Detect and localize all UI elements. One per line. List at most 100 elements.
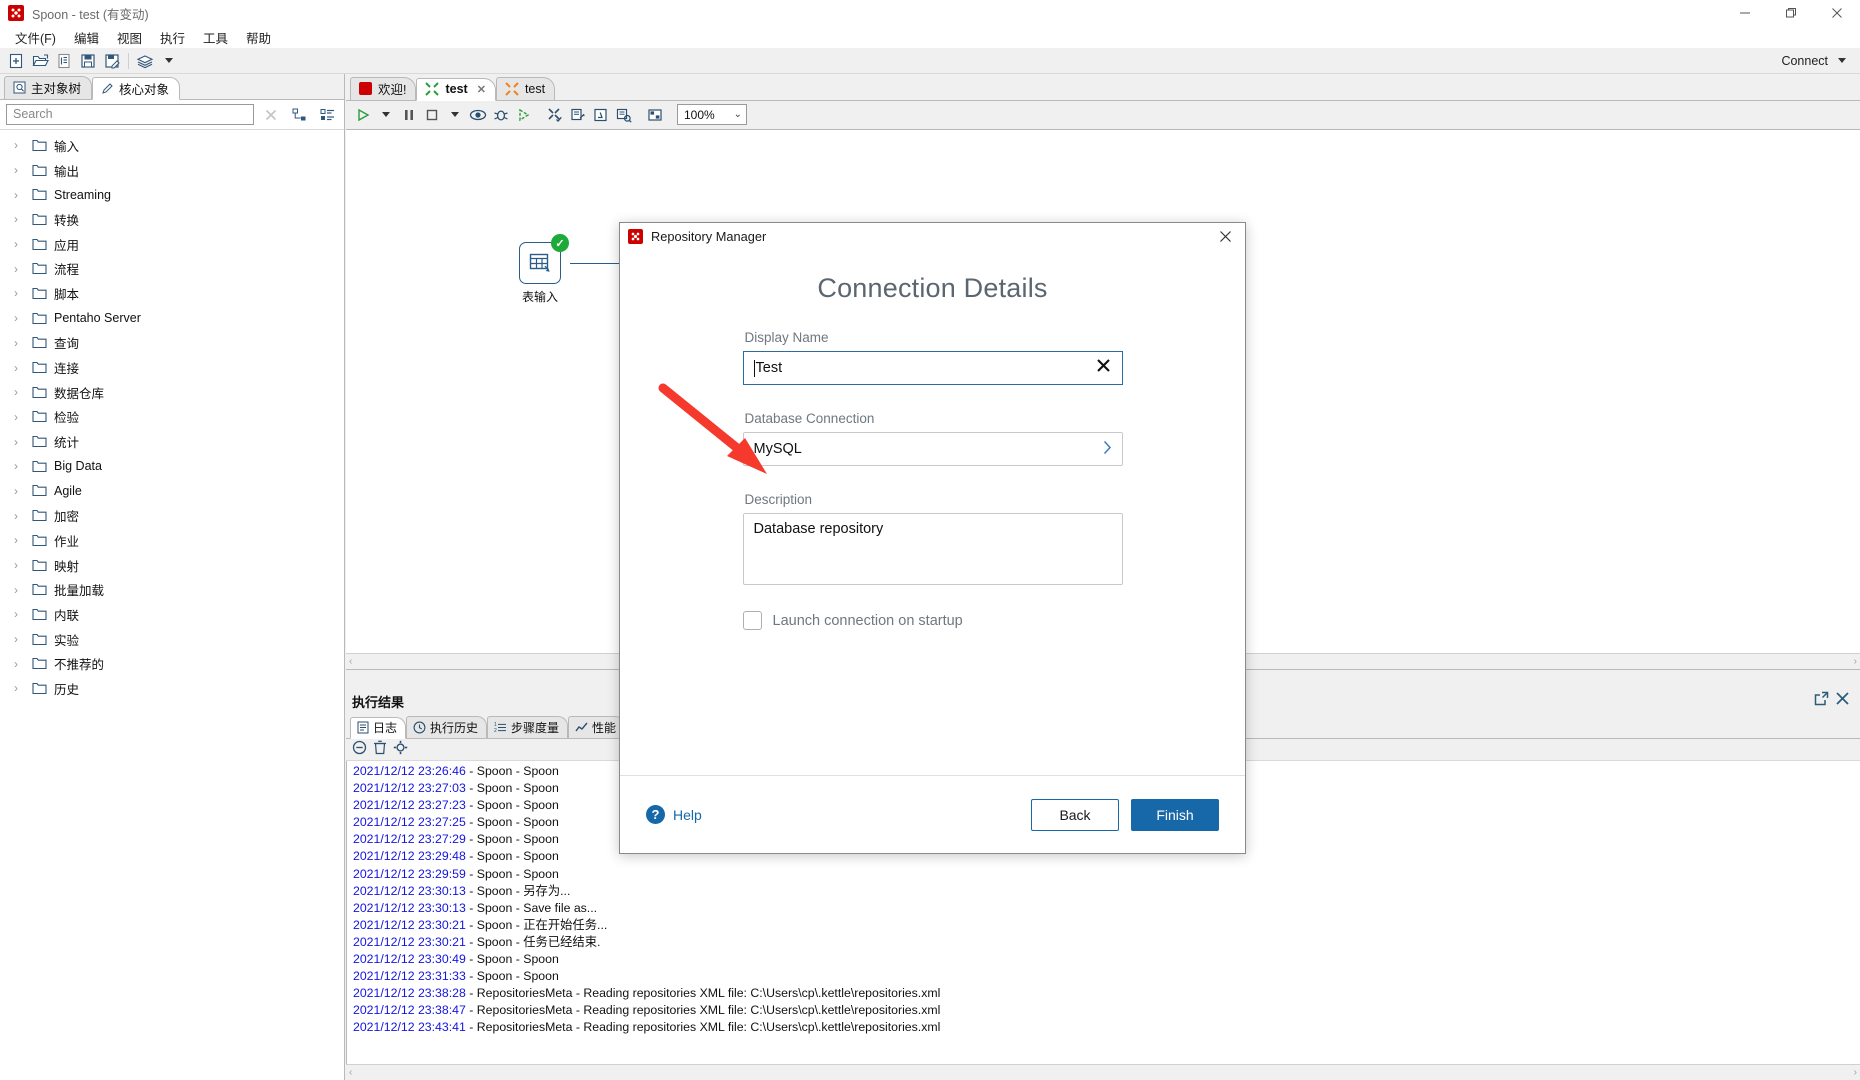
tree-item[interactable]: › Streaming <box>0 182 344 207</box>
database-connection-select[interactable]: MySQL <box>742 432 1123 466</box>
tree-item[interactable]: › 统计 <box>0 429 344 454</box>
menu-edit[interactable]: 编辑 <box>65 26 108 49</box>
tree-item[interactable]: › 流程 <box>0 256 344 281</box>
chevron-down-icon[interactable]: ⌄ <box>734 109 742 120</box>
tab-close-icon[interactable]: ✕ <box>477 83 486 96</box>
display-name-input[interactable]: Test <box>742 351 1123 385</box>
tree-item[interactable]: › 历史 <box>0 676 344 701</box>
dialog-close-button[interactable] <box>1211 225 1239 249</box>
tree-item[interactable]: › 转换 <box>0 207 344 232</box>
open-folder-icon[interactable] <box>28 50 52 72</box>
zoom-level-select[interactable]: 100% ⌄ <box>677 104 747 125</box>
chevron-right-icon[interactable]: › <box>14 435 32 449</box>
launch-on-startup-checkbox[interactable] <box>742 611 762 630</box>
tree-item[interactable]: › 映射 <box>0 553 344 578</box>
chevron-right-icon[interactable]: › <box>14 361 32 375</box>
chevron-right-icon[interactable]: › <box>14 311 32 325</box>
tree-item[interactable]: › Agile <box>0 479 344 504</box>
launch-on-startup-row[interactable]: Launch connection on startup <box>742 611 1123 630</box>
scroll-right-icon[interactable]: › <box>1854 656 1857 667</box>
tree-item[interactable]: › 查询 <box>0 331 344 356</box>
chevron-right-icon[interactable] <box>1103 440 1112 459</box>
clear-log-icon[interactable] <box>352 740 367 760</box>
chevron-right-icon[interactable]: › <box>14 188 32 202</box>
search-input[interactable]: Search <box>6 104 254 125</box>
tree-item[interactable]: › 输出 <box>0 158 344 183</box>
tree-item[interactable]: › 内联 <box>0 602 344 627</box>
tab-job-test[interactable]: test <box>495 77 556 100</box>
tree-item[interactable]: › 连接 <box>0 355 344 380</box>
delete-icon[interactable] <box>373 740 387 760</box>
menu-run[interactable]: 执行 <box>151 26 194 49</box>
tree-item[interactable]: › Big Data <box>0 454 344 479</box>
chevron-right-icon[interactable]: › <box>14 533 32 547</box>
clear-x-icon[interactable] <box>1095 357 1112 379</box>
collapse-all-icon[interactable] <box>316 104 338 126</box>
menu-help[interactable]: 帮助 <box>237 26 280 49</box>
tab-transformation-test[interactable]: test ✕ <box>416 78 496 101</box>
tab-core-objects[interactable]: 核心对象 <box>92 77 181 100</box>
help-link[interactable]: ? Help <box>646 805 702 824</box>
chevron-right-icon[interactable]: › <box>14 459 32 473</box>
tab-main-object-tree[interactable]: 主对象树 <box>4 76 93 99</box>
finish-button[interactable]: Finish <box>1131 798 1219 831</box>
settings-gear-icon[interactable] <box>393 740 408 760</box>
connect-dropdown-icon[interactable] <box>1838 58 1846 63</box>
chevron-right-icon[interactable]: › <box>14 583 32 597</box>
scroll-right-icon[interactable]: › <box>1854 1067 1857 1078</box>
chevron-right-icon[interactable]: › <box>14 262 32 276</box>
chevron-right-icon[interactable]: › <box>14 410 32 424</box>
chevron-right-icon[interactable]: › <box>14 632 32 646</box>
verify-icon[interactable] <box>544 103 566 127</box>
tree-item[interactable]: › 不推荐的 <box>0 651 344 676</box>
layers-dropdown-icon[interactable] <box>157 50 181 72</box>
save-as-icon[interactable] <box>100 50 124 72</box>
tab-execution-history[interactable]: 执行历史 <box>406 716 488 738</box>
step-icon-box[interactable]: ✓ <box>519 234 569 284</box>
chevron-right-icon[interactable]: › <box>14 681 32 695</box>
save-icon[interactable] <box>76 50 100 72</box>
chevron-right-icon[interactable]: › <box>14 657 32 671</box>
detach-icon[interactable] <box>1814 691 1829 711</box>
chevron-right-icon[interactable]: › <box>14 163 32 177</box>
tree-item[interactable]: › Pentaho Server <box>0 306 344 331</box>
chevron-right-icon[interactable]: › <box>14 286 32 300</box>
menu-file[interactable]: 文件(F) <box>6 26 65 49</box>
expand-all-icon[interactable] <box>288 104 310 126</box>
tree-item[interactable]: › 输入 <box>0 133 344 158</box>
chevron-right-icon[interactable]: › <box>14 336 32 350</box>
layers-icon[interactable] <box>133 50 157 72</box>
run-dropdown-icon[interactable] <box>375 103 397 127</box>
clear-x-icon[interactable] <box>260 104 282 126</box>
tree-item[interactable]: › 实验 <box>0 627 344 652</box>
analyze-impact-icon[interactable] <box>567 103 589 127</box>
close-icon[interactable] <box>1835 691 1850 711</box>
chevron-right-icon[interactable]: › <box>14 509 32 523</box>
maximize-button[interactable] <box>1768 0 1814 26</box>
minimize-button[interactable] <box>1722 0 1768 26</box>
close-button[interactable] <box>1814 0 1860 26</box>
pause-icon[interactable] <box>398 103 420 127</box>
new-file-icon[interactable] <box>4 50 28 72</box>
stop-dropdown-icon[interactable] <box>444 103 466 127</box>
scroll-left-icon[interactable]: ‹ <box>349 1067 352 1078</box>
run-icon[interactable] <box>352 103 374 127</box>
menu-view[interactable]: 视图 <box>108 26 151 49</box>
tab-log[interactable]: 日志 <box>350 717 407 739</box>
scroll-left-icon[interactable]: ‹ <box>349 656 352 667</box>
chevron-right-icon[interactable]: › <box>14 138 32 152</box>
explore-icon[interactable] <box>52 50 76 72</box>
description-textarea[interactable]: Database repository <box>742 513 1123 585</box>
tab-step-metrics[interactable]: 12 步骤度量 <box>487 716 569 738</box>
menu-tools[interactable]: 工具 <box>194 26 237 49</box>
chevron-right-icon[interactable]: › <box>14 212 32 226</box>
tree-item[interactable]: › 检验 <box>0 405 344 430</box>
chevron-right-icon[interactable]: › <box>14 237 32 251</box>
inspect-icon[interactable] <box>613 103 635 127</box>
grid-icon[interactable] <box>644 103 666 127</box>
sql-icon[interactable] <box>590 103 612 127</box>
tab-performance[interactable]: 性能 <box>568 716 626 738</box>
chevron-right-icon[interactable]: › <box>14 385 32 399</box>
preview-icon[interactable] <box>467 103 489 127</box>
tab-welcome[interactable]: 欢迎! <box>350 77 417 100</box>
